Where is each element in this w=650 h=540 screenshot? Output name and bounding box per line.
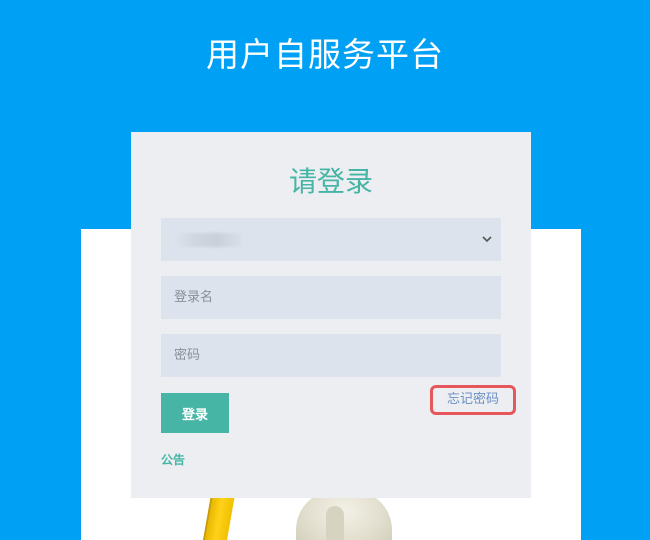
chevron-down-icon (482, 236, 492, 243)
username-field[interactable] (161, 276, 501, 319)
page-title: 用户自服务平台 (206, 35, 444, 74)
login-button[interactable]: 登录 (161, 393, 229, 433)
forgot-password-link[interactable]: 忘记密码 (430, 385, 516, 415)
domain-select[interactable]: _ (161, 218, 501, 261)
notice-link[interactable]: 公告 (161, 451, 185, 468)
password-field[interactable] (161, 334, 501, 377)
login-panel: 请登录 _ 登录 忘记密码 公告 (131, 132, 531, 498)
domain-select-value: _ (174, 232, 246, 247)
login-heading: 请登录 (288, 165, 373, 198)
